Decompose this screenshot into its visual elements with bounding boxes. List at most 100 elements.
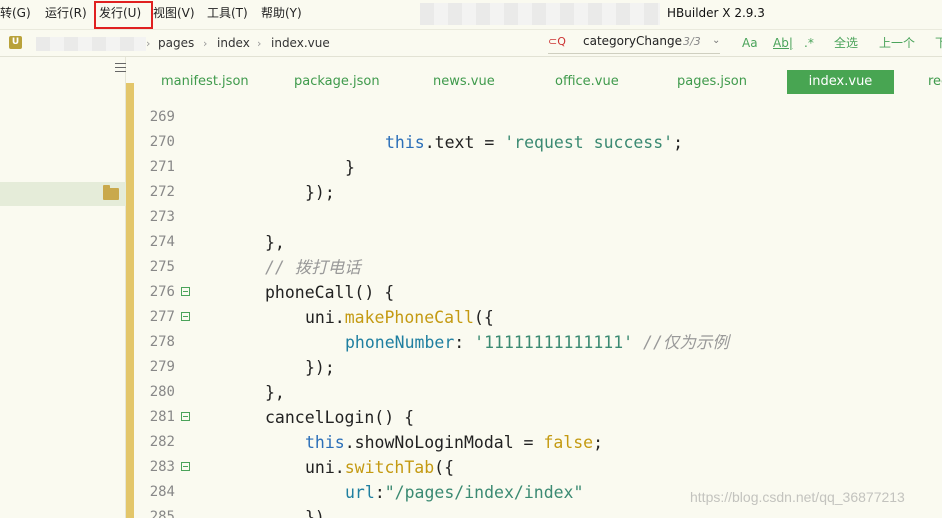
hbuilder-window: 转(G) 运行(R) 发行(U) 视图(V) 工具(T) 帮助(Y) HBuil…: [0, 0, 942, 518]
path-and-find-bar: U › pages › index › index.vue ⊂Q categor…: [0, 29, 942, 57]
code-token: :: [454, 333, 475, 352]
code-token: 'request success': [504, 133, 674, 152]
regex-button[interactable]: .*: [804, 30, 814, 57]
code-line: 282 this.showNoLoginModal = false;: [134, 430, 942, 455]
breadcrumb-pages[interactable]: pages: [158, 30, 194, 57]
code-token: url: [345, 483, 375, 502]
fold-toggle-icon[interactable]: [181, 462, 190, 471]
code-comment: //仅为示例: [633, 333, 729, 352]
menu-goto[interactable]: 转(G): [0, 0, 31, 26]
menu-bar: 转(G) 运行(R) 发行(U) 视图(V) 工具(T) 帮助(Y) HBuil…: [0, 0, 942, 29]
app-title: HBuilder X 2.9.3: [667, 6, 765, 20]
line-number: 272: [149, 184, 175, 200]
code-token: makePhoneCall: [344, 308, 474, 327]
editor-tab-bar: manifest.json package.json news.vue offi…: [134, 57, 942, 105]
code-token: this: [305, 433, 345, 452]
line-number: 276: [149, 284, 175, 300]
whole-word-button[interactable]: Ab|: [773, 30, 793, 57]
find-match-count: 3/3: [683, 35, 701, 48]
redacted-project-name: [36, 37, 146, 51]
code-token: uni.: [305, 308, 345, 327]
code-line: 273: [134, 205, 942, 230]
sidebar-edge-strip: [126, 83, 134, 518]
code-token: uni.: [305, 458, 345, 477]
code-line: 277 uni.makePhoneCall({: [134, 305, 942, 330]
menu-help[interactable]: 帮助(Y): [261, 0, 302, 26]
code-token: ;: [673, 133, 684, 152]
code-token: .text =: [424, 133, 505, 152]
code-token: ({: [434, 458, 455, 477]
line-number: 285: [149, 509, 175, 518]
chevron-down-icon[interactable]: ⌄: [712, 35, 720, 46]
line-number: 281: [149, 409, 175, 425]
code-token: });: [305, 183, 335, 202]
tab-manifest-json[interactable]: manifest.json: [161, 70, 249, 94]
tab-package-json[interactable]: package.json: [294, 70, 380, 94]
line-number: 271: [149, 159, 175, 175]
chevron-right-icon: ›: [146, 37, 151, 50]
fold-toggle-icon[interactable]: [181, 312, 190, 321]
tab-rec[interactable]: rec: [928, 70, 942, 94]
code-line: 276 phoneCall() {: [134, 280, 942, 305]
match-case-button[interactable]: Aa: [742, 30, 758, 57]
line-number: 274: [149, 234, 175, 250]
code-token: phoneCall() {: [265, 283, 395, 302]
menu-view[interactable]: 视图(V): [153, 0, 195, 26]
next-match-button[interactable]: 下: [935, 30, 942, 57]
code-line: 275 // 拨打电话: [134, 255, 942, 280]
project-icon: U: [9, 36, 22, 49]
breadcrumb-index[interactable]: index: [217, 30, 250, 57]
code-line: 274 },: [134, 230, 942, 255]
select-all-button[interactable]: 全选: [834, 30, 858, 57]
selected-tree-item[interactable]: [0, 182, 126, 206]
code-line: 279 });: [134, 355, 942, 380]
tab-office-vue[interactable]: office.vue: [555, 70, 619, 94]
code-token: cancelLogin() {: [265, 408, 415, 427]
menu-tools[interactable]: 工具(T): [207, 0, 248, 26]
previous-match-button[interactable]: 上一个: [879, 30, 915, 57]
code-token: },: [265, 233, 285, 252]
folder-icon: [103, 185, 119, 200]
code-line: 272 });: [134, 180, 942, 205]
code-line: 270 this.text = 'request success';: [134, 130, 942, 155]
line-number: 277: [149, 309, 175, 325]
tab-news-vue[interactable]: news.vue: [433, 70, 495, 94]
code-token: phoneNumber: [345, 333, 455, 352]
line-number: 273: [149, 209, 175, 225]
project-sidebar: [0, 57, 126, 518]
code-line: 271 }: [134, 155, 942, 180]
find-query[interactable]: categoryChange: [583, 34, 682, 48]
code-line: 269: [134, 105, 942, 130]
code-line: 281 cancelLogin() {: [134, 405, 942, 430]
fold-toggle-icon[interactable]: [181, 287, 190, 296]
code-line: 285 }): [134, 505, 942, 518]
tab-index-vue[interactable]: index.vue: [787, 70, 894, 94]
code-token: },: [265, 383, 285, 402]
line-number: 275: [149, 259, 175, 275]
tab-pages-json[interactable]: pages.json: [677, 70, 747, 94]
menu-run[interactable]: 运行(R): [45, 0, 87, 26]
line-number: 280: [149, 384, 175, 400]
find-input-box[interactable]: ⊂Q categoryChange 3/3 ⌄: [548, 33, 720, 54]
line-number: 278: [149, 334, 175, 350]
code-token: "/pages/index/index": [384, 483, 584, 502]
code-line: 278 phoneNumber: '11111111111111' //仅为示例: [134, 330, 942, 355]
chevron-right-icon: ›: [257, 37, 262, 50]
line-number: 269: [149, 109, 175, 125]
line-number: 270: [149, 134, 175, 150]
code-token: switchTab: [344, 458, 435, 477]
search-icon: ⊂Q: [548, 35, 566, 48]
publish-menu-highlight-box: [94, 1, 153, 29]
code-token: ;: [593, 433, 604, 452]
code-token: });: [305, 358, 335, 377]
fold-toggle-icon[interactable]: [181, 412, 190, 421]
line-number: 279: [149, 359, 175, 375]
breadcrumb-file[interactable]: index.vue: [271, 30, 330, 57]
code-editor[interactable]: 269 270 this.text = 'request success'; 2…: [134, 105, 942, 518]
code-token: false: [543, 433, 594, 452]
code-line: 283 uni.switchTab({: [134, 455, 942, 480]
redacted-area: [420, 3, 660, 25]
line-number: 283: [149, 459, 175, 475]
code-line: 280 },: [134, 380, 942, 405]
menu-icon[interactable]: [115, 63, 126, 75]
